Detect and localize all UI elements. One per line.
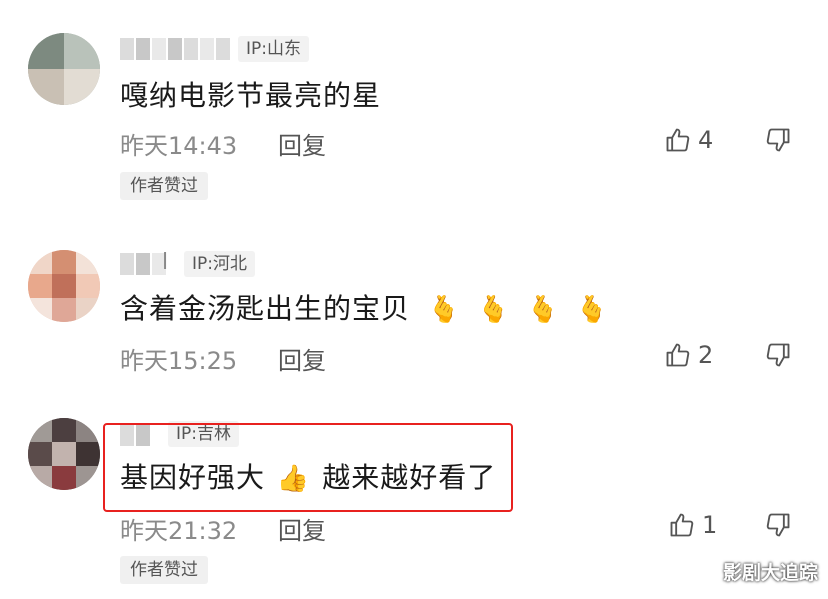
finger-heart-emoji: 🫰 [477, 295, 511, 325]
thumbs-down-icon [766, 343, 790, 367]
finger-heart-emoji: 🫰 [526, 295, 560, 325]
username-visible-part[interactable]: l [162, 250, 168, 275]
reply-button[interactable]: 回复 [278, 126, 326, 161]
like-count: 4 [698, 126, 714, 154]
like-button[interactable]: 4 [664, 126, 713, 154]
reply-button[interactable]: 回复 [278, 511, 326, 546]
comment-time: 昨天14:43 [120, 132, 238, 160]
avatar[interactable] [28, 250, 100, 322]
thumbs-down-icon [766, 128, 790, 152]
author-liked-badge: 作者赞过 [120, 556, 208, 584]
comment-text: 嘎纳电影节最亮的星 [120, 79, 382, 112]
username-blurred[interactable] [120, 38, 230, 60]
thumbs-up-icon [670, 513, 694, 537]
like-count: 1 [702, 511, 718, 539]
thumbs-up-icon [666, 343, 690, 367]
watermark: 影剧大追踪 [722, 562, 818, 584]
ip-location-tag: IP:山东 [238, 36, 309, 62]
comment-time: 昨天21:32 [120, 517, 238, 545]
finger-heart-emoji: 🫰 [575, 295, 610, 325]
like-button[interactable]: 1 [668, 511, 717, 539]
like-button[interactable]: 2 [664, 341, 713, 369]
author-liked-badge: 作者赞过 [120, 172, 208, 200]
dislike-button[interactable] [764, 341, 792, 373]
avatar[interactable] [28, 418, 100, 490]
reply-button[interactable]: 回复 [278, 341, 326, 376]
thumbs-up-icon [666, 128, 690, 152]
comment-text-body: 含着金汤匙出生的宝贝 [120, 292, 411, 325]
comment-text: 含着金汤匙出生的宝贝 🫰 🫰 🫰 🫰 [120, 287, 609, 327]
dislike-button[interactable] [764, 126, 792, 158]
thumbs-down-icon [766, 513, 790, 537]
avatar[interactable] [28, 33, 100, 105]
dislike-button[interactable] [764, 511, 792, 543]
username-blurred[interactable] [120, 253, 166, 275]
ip-location-tag: IP:河北 [184, 251, 255, 277]
like-count: 2 [698, 341, 714, 369]
finger-heart-emoji: 🫰 [427, 295, 462, 325]
comment-time: 昨天15:25 [120, 347, 238, 375]
highlight-box [103, 423, 513, 512]
